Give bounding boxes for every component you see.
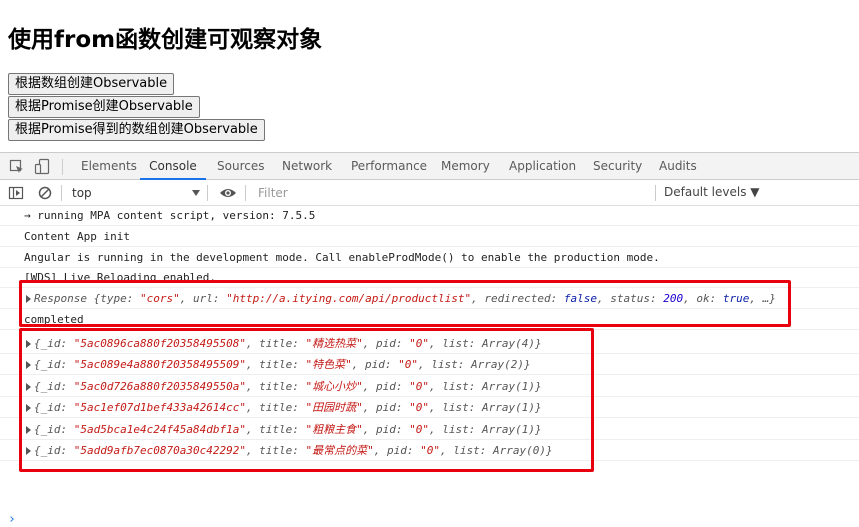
log-levels-dropdown[interactable]: Default levels ▼	[664, 185, 760, 199]
console-message: Angular is running in the development mo…	[0, 248, 859, 268]
devtools-panel: Elements Console Sources Network Perform…	[0, 152, 859, 527]
tab-security[interactable]: Security	[593, 153, 642, 180]
console-message: Content App init	[0, 227, 859, 247]
device-toolbar-icon[interactable]	[34, 158, 50, 176]
tab-memory[interactable]: Memory	[441, 153, 490, 180]
tab-console[interactable]: Console	[140, 153, 206, 180]
tab-application[interactable]: Application	[509, 153, 576, 180]
context-selector[interactable]: top	[72, 186, 92, 200]
sidebar-toggle-icon[interactable]	[8, 185, 24, 201]
inspect-element-icon[interactable]	[9, 159, 25, 175]
tab-network[interactable]: Network	[282, 153, 332, 180]
context-dropdown-icon[interactable]	[192, 190, 200, 196]
promise-observable-button[interactable]: 根据Promise创建Observable	[8, 96, 200, 118]
console-prompt-icon[interactable]: ›	[8, 512, 16, 527]
array-observable-button[interactable]: 根据数组创建Observable	[8, 73, 175, 95]
clear-console-icon[interactable]	[37, 185, 53, 201]
promise-array-observable-button[interactable]: 根据Promise得到的数组创建Observable	[8, 119, 265, 141]
tab-audits[interactable]: Audits	[659, 153, 697, 180]
filter-input[interactable]: Filter	[258, 186, 288, 200]
page-title: 使用from函数创建可观察对象	[8, 27, 323, 53]
items-highlight-box	[19, 328, 594, 472]
tab-sources[interactable]: Sources	[217, 153, 264, 180]
toolbar-divider	[655, 185, 656, 201]
toolbar-divider	[207, 185, 208, 201]
devtools-tabbar: Elements Console Sources Network Perform…	[0, 152, 859, 180]
console-toolbar: top Filter Default levels ▼	[0, 180, 859, 206]
live-expression-eye-icon[interactable]	[219, 186, 237, 200]
toolbar-divider	[245, 185, 246, 201]
tab-elements[interactable]: Elements	[81, 153, 137, 180]
response-highlight-box	[19, 280, 791, 327]
console-message: → running MPA content script, version: 7…	[0, 206, 859, 226]
toolbar-divider	[61, 185, 62, 201]
tab-performance[interactable]: Performance	[351, 153, 427, 180]
tab-divider	[62, 159, 63, 175]
